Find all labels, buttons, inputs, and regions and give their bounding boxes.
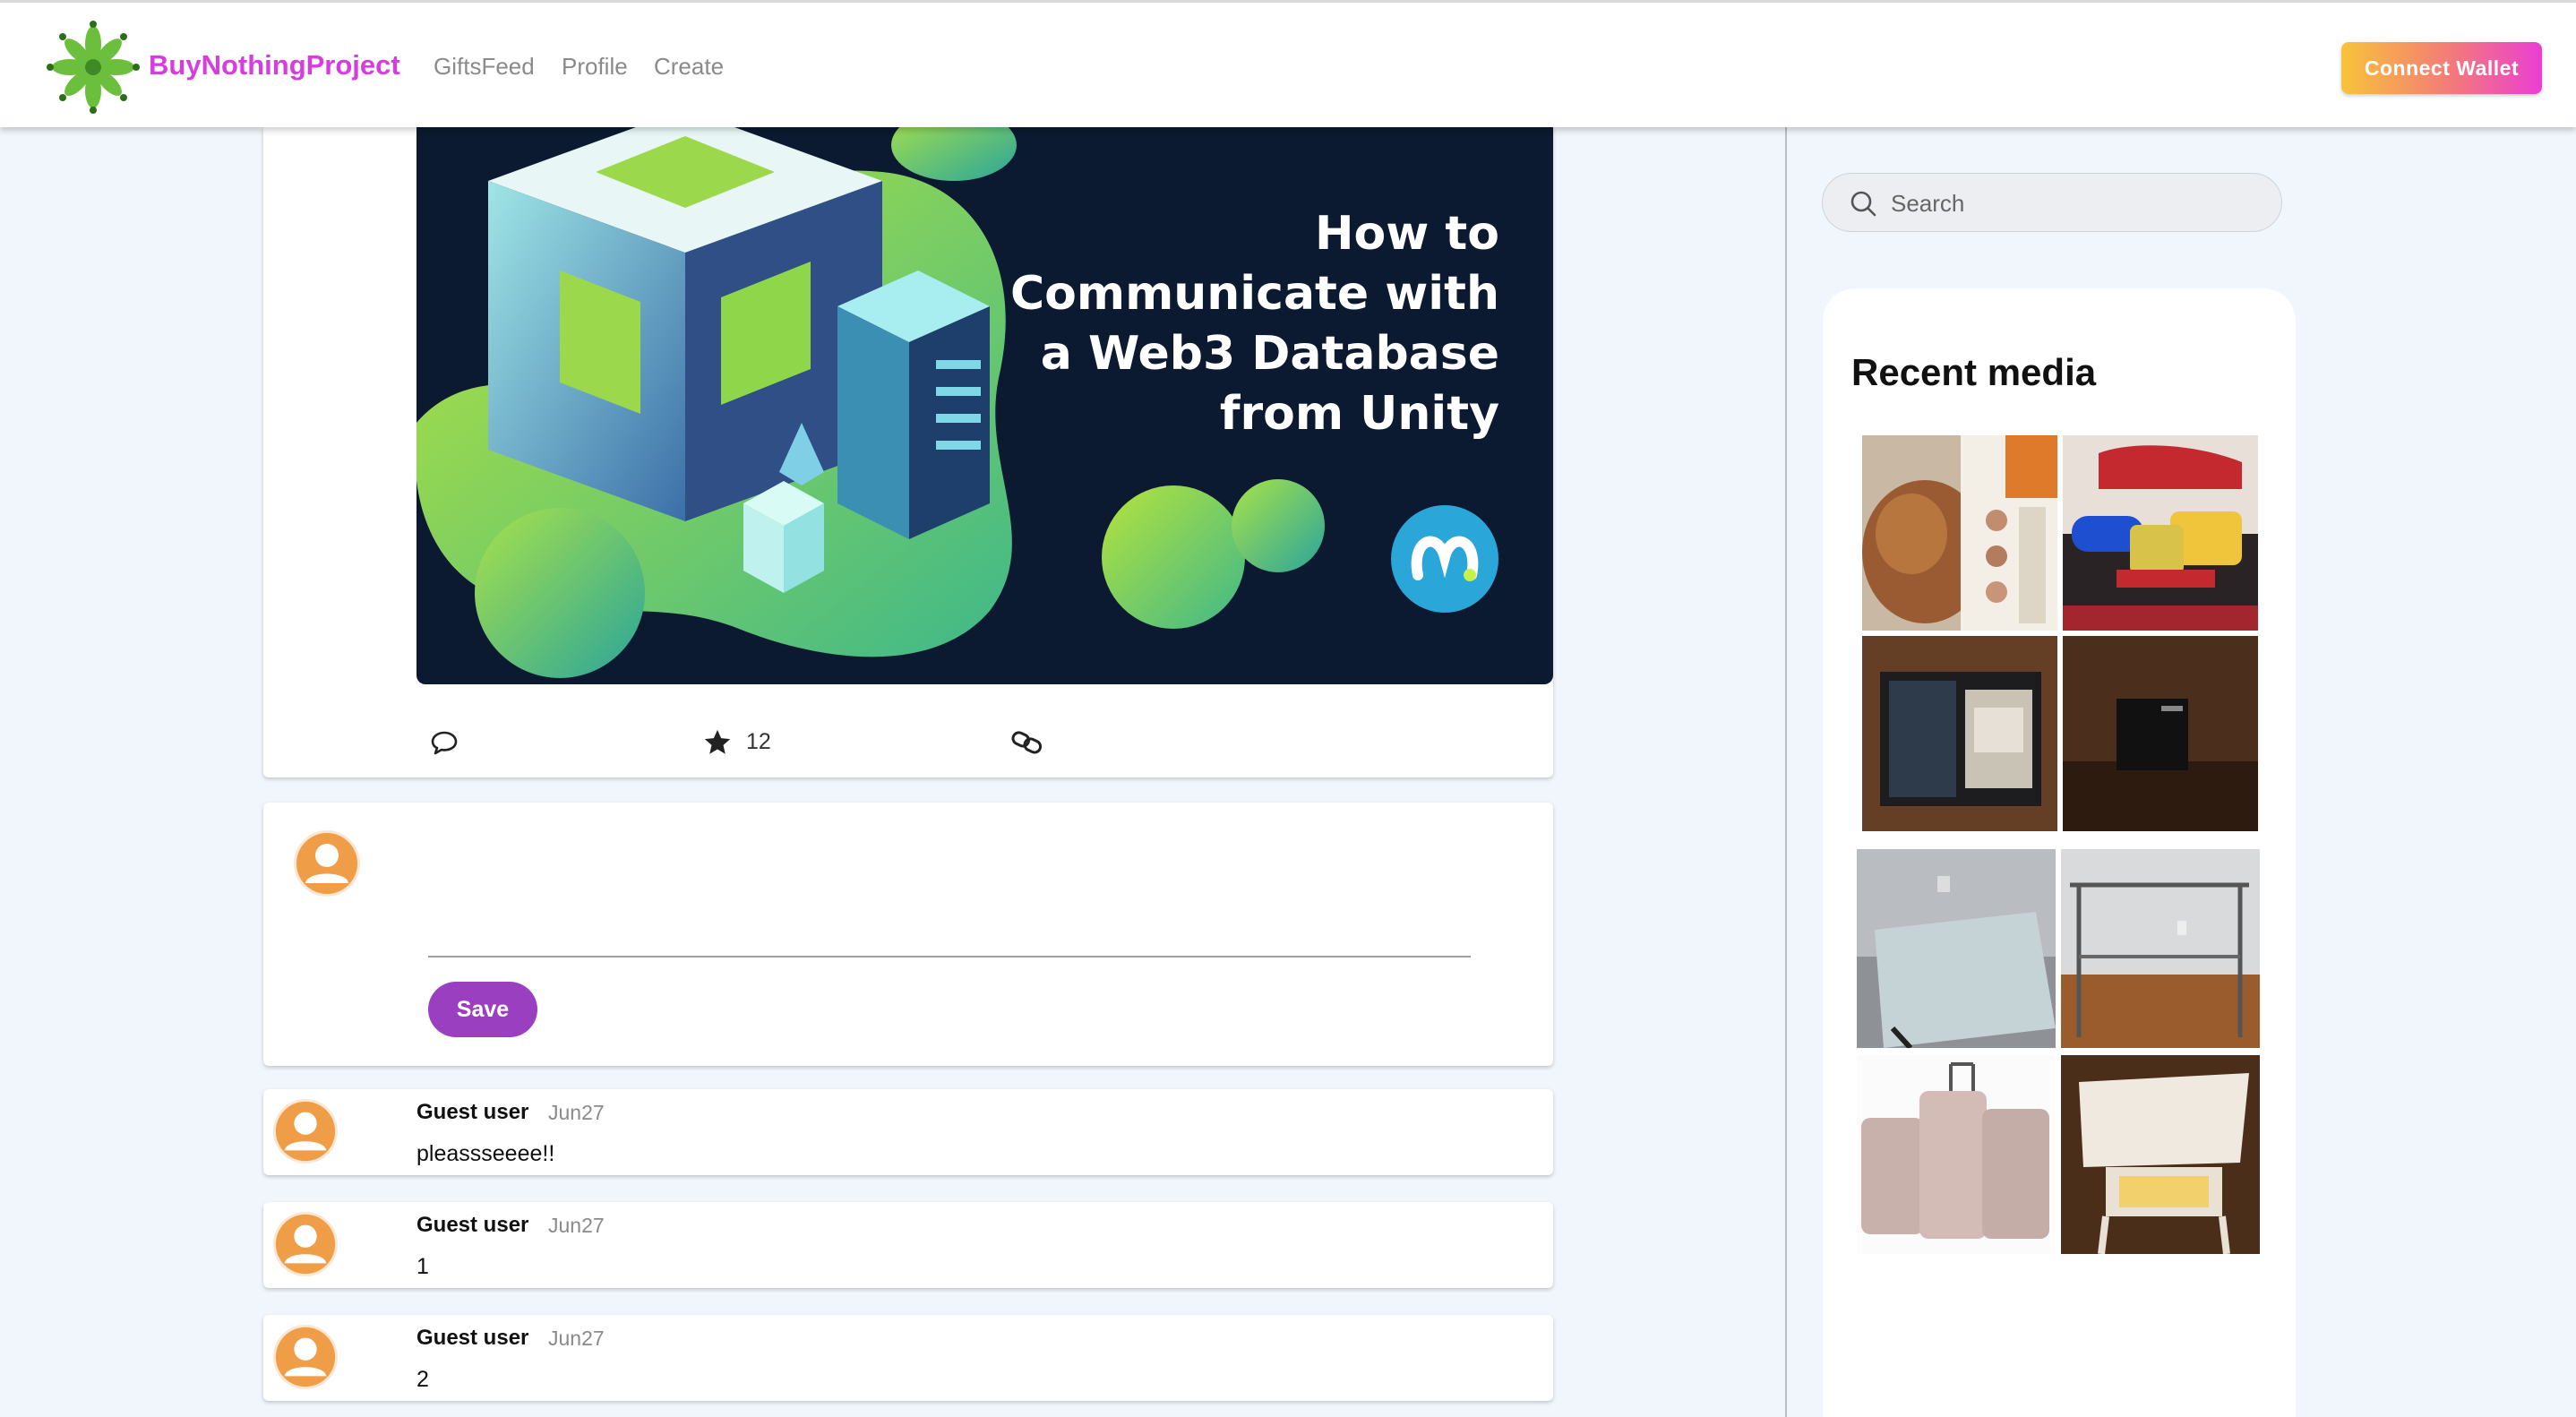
top-nav-bar: BuyNothingProject GiftsFeed Profile Crea…: [0, 0, 2576, 127]
comment-author[interactable]: Guest user: [416, 1100, 528, 1125]
comment-item: Guest user Jun27 2: [263, 1315, 1553, 1401]
avatar-icon: [272, 1098, 339, 1169]
search-input[interactable]: [1891, 188, 2249, 219]
nav-giftsfeed[interactable]: GiftsFeed: [434, 53, 535, 81]
comment-date: Jun27: [548, 1214, 605, 1237]
comment-date: Jun27: [548, 1327, 605, 1350]
connect-wallet-button[interactable]: Connect Wallet: [2341, 42, 2542, 94]
media-thumbnail[interactable]: [2061, 849, 2260, 1048]
star-icon[interactable]: [702, 727, 733, 762]
nav-create[interactable]: Create: [654, 53, 724, 81]
comment-text: pleassseeee!!: [416, 1141, 555, 1166]
link-icon[interactable]: [1010, 729, 1044, 760]
comment-text: 2: [416, 1367, 429, 1392]
recent-media-card: Recent media: [1823, 288, 2296, 1417]
nav-profile[interactable]: Profile: [562, 53, 628, 81]
media-thumbnail[interactable]: [1862, 636, 2057, 831]
post-banner-image: How to Communicate with a Web3 Database …: [416, 127, 1553, 684]
avatar-icon: [272, 1324, 339, 1395]
media-thumbnail[interactable]: [2063, 636, 2258, 831]
media-thumbnail[interactable]: [2063, 435, 2258, 631]
comment-item: Guest user Jun27 1: [263, 1202, 1553, 1288]
avatar-icon: [272, 1211, 339, 1282]
banner-title-line: Communicate with: [1010, 267, 1499, 321]
comment-author[interactable]: Guest user: [416, 1213, 528, 1238]
banner-title-line: a Web3 Database: [1040, 327, 1499, 381]
brand-name[interactable]: BuyNothingProject: [149, 49, 400, 82]
media-thumbnail[interactable]: [1857, 849, 2056, 1048]
comment-author[interactable]: Guest user: [416, 1326, 528, 1351]
search-box[interactable]: [1822, 173, 2282, 232]
banner-title-line: How to: [1315, 207, 1499, 261]
brand-logo-icon[interactable]: [47, 21, 140, 114]
recent-media-title: Recent media: [1851, 351, 2097, 393]
save-button[interactable]: Save: [428, 982, 537, 1037]
column-divider: [1785, 127, 1787, 1417]
comment-date: Jun27: [548, 1101, 605, 1124]
comment-text: 1: [416, 1254, 429, 1279]
banner-title-line: from Unity: [1219, 387, 1499, 441]
media-thumbnail[interactable]: [1862, 435, 2057, 631]
media-thumbnail[interactable]: [2061, 1055, 2260, 1254]
media-thumbnail[interactable]: [1857, 1055, 2056, 1254]
comment-input-underline[interactable]: [428, 956, 1471, 958]
comment-icon[interactable]: [430, 729, 459, 760]
star-count: 12: [746, 729, 771, 754]
avatar-icon: [293, 829, 361, 902]
comment-item: Guest user Jun27 pleassseeee!!: [263, 1089, 1553, 1175]
search-icon: [1850, 190, 1876, 221]
banner-title: How to Communicate with a Web3 Database …: [872, 204, 1499, 444]
